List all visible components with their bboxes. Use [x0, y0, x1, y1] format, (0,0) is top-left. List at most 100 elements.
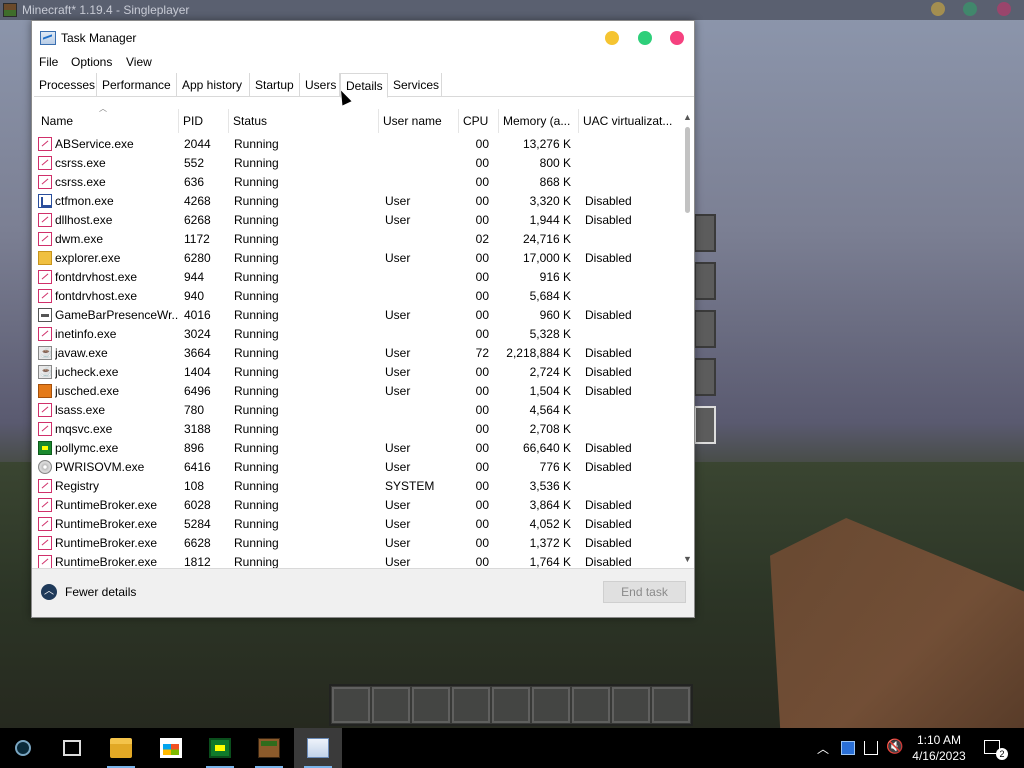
scrollbar-thumb[interactable]	[685, 127, 690, 213]
process-uac: Disabled	[585, 194, 632, 208]
table-row[interactable]: RuntimeBroker.exe 1812 Running User 00 1,764 …	[33, 553, 679, 569]
battery-icon[interactable]	[841, 741, 855, 755]
table-row[interactable]: csrss.exe 636 Running 00 868 K	[33, 173, 679, 192]
table-row[interactable]: dwm.exe 1172 Running 02 24,716 K	[33, 230, 679, 249]
column-name[interactable]: Name	[37, 109, 179, 133]
process-memory: 3,536 K	[529, 479, 571, 493]
process-memory: 1,504 K	[529, 384, 571, 398]
table-row[interactable]: dllhost.exe 6268 Running User 00 1,944 K Disab…	[33, 211, 679, 230]
tab-startup[interactable]: Startup	[250, 73, 300, 97]
process-cpu: 00	[475, 308, 489, 322]
hotbar-slot[interactable]	[652, 687, 690, 723]
game-menu-button[interactable]	[694, 310, 716, 348]
store-button[interactable]	[147, 728, 195, 768]
menu-view[interactable]: View	[126, 55, 152, 69]
process-pid: 4016	[184, 308, 211, 322]
table-row[interactable]: RuntimeBroker.exe 6028 Running User 00 3,864 …	[33, 496, 679, 515]
process-cpu: 00	[475, 422, 489, 436]
network-icon[interactable]	[864, 741, 878, 755]
table-row[interactable]: fontdrvhost.exe 944 Running 00 916 K	[33, 268, 679, 287]
hotbar-slot[interactable]	[492, 687, 530, 723]
pollymc-button[interactable]	[196, 728, 244, 768]
process-name: jusched.exe	[55, 384, 120, 398]
tab-users[interactable]: Users	[300, 73, 340, 97]
process-pid: 3024	[184, 327, 211, 341]
volume-muted-icon[interactable]: 🔇	[886, 738, 903, 755]
hotbar-slot[interactable]	[572, 687, 610, 723]
column-pid[interactable]: PID	[179, 109, 229, 133]
minecraft-button[interactable]	[245, 728, 293, 768]
table-row[interactable]: jusched.exe 6496 Running User 00 1,504 K Disab…	[33, 382, 679, 401]
game-menu-button[interactable]	[694, 358, 716, 396]
menu-options[interactable]: Options	[71, 55, 112, 69]
game-menu-button[interactable]	[694, 406, 716, 444]
table-row[interactable]: csrss.exe 552 Running 00 800 K	[33, 154, 679, 173]
table-row[interactable]: ABService.exe 2044 Running 00 13,276 K	[33, 135, 679, 154]
process-pid: 6496	[184, 384, 211, 398]
table-row[interactable]: GameBarPresenceWr... 4016 Running User 00 960…	[33, 306, 679, 325]
column-memory[interactable]: Memory (a...	[499, 109, 579, 133]
column-cpu[interactable]: CPU	[459, 109, 499, 133]
table-row[interactable]: Registry 108 Running SYSTEM 00 3,536 K	[33, 477, 679, 496]
table-row[interactable]: RuntimeBroker.exe 5284 Running User 00 4,052 …	[33, 515, 679, 534]
show-hidden-icons-icon[interactable]: ︿	[817, 740, 829, 757]
table-row[interactable]: inetinfo.exe 3024 Running 00 5,328 K	[33, 325, 679, 344]
process-cpu: 00	[475, 251, 489, 265]
scroll-up-icon[interactable]: ▲	[681, 111, 694, 123]
maximize-icon[interactable]	[638, 31, 652, 45]
tab-performance[interactable]: Performance	[97, 73, 177, 97]
table-row[interactable]: ctfmon.exe 4268 Running User 00 3,320 K Disabl…	[33, 192, 679, 211]
tab-processes[interactable]: Processes	[34, 73, 97, 97]
cortana-button[interactable]	[0, 728, 48, 768]
task-view-button[interactable]	[48, 728, 96, 768]
minimize-icon[interactable]	[931, 2, 945, 16]
generic-process-icon	[38, 498, 52, 512]
hotbar-slot[interactable]	[372, 687, 410, 723]
process-user: User	[385, 460, 411, 474]
close-icon[interactable]	[670, 31, 684, 45]
minimize-icon[interactable]	[605, 31, 619, 45]
fewer-details-link[interactable]: Fewer details	[65, 585, 136, 599]
end-task-button[interactable]: End task	[603, 581, 686, 603]
jusched-icon	[38, 384, 52, 398]
table-row[interactable]: javaw.exe 3664 Running User 72 2,218,884 K Dis…	[33, 344, 679, 363]
column-user-name[interactable]: User name	[379, 109, 459, 133]
process-name: ABService.exe	[55, 137, 134, 151]
table-row[interactable]: lsass.exe 780 Running 00 4,564 K	[33, 401, 679, 420]
chevron-up-icon[interactable]: ︿	[41, 584, 57, 600]
process-pid: 6628	[184, 536, 211, 550]
scroll-down-icon[interactable]: ▼	[681, 553, 694, 565]
hotbar-slot[interactable]	[452, 687, 490, 723]
clock[interactable]: 1:10 AM 4/16/2023	[905, 732, 973, 764]
table-row[interactable]: fontdrvhost.exe 940 Running 00 5,684 K	[33, 287, 679, 306]
game-menu-button[interactable]	[694, 262, 716, 300]
process-name: dllhost.exe	[55, 213, 113, 227]
table-row[interactable]: pollymc.exe 896 Running User 00 66,640 K Disab…	[33, 439, 679, 458]
column-status[interactable]: Status	[229, 109, 379, 133]
table-row[interactable]: jucheck.exe 1404 Running User 00 2,724 K Disab…	[33, 363, 679, 382]
table-row[interactable]: explorer.exe 6280 Running User 00 17,000 K Dis…	[33, 249, 679, 268]
process-status: Running	[234, 460, 279, 474]
process-name: jucheck.exe	[55, 365, 119, 379]
task-manager-titlebar[interactable]: Task Manager	[32, 21, 694, 53]
tab-app-history[interactable]: App history	[177, 73, 250, 97]
game-menu-button[interactable]	[694, 214, 716, 252]
table-row[interactable]: mqsvc.exe 3188 Running 00 2,708 K	[33, 420, 679, 439]
maximize-icon[interactable]	[963, 2, 977, 16]
hotbar-slot[interactable]	[332, 687, 370, 723]
close-icon[interactable]	[997, 2, 1011, 16]
hotbar-slot[interactable]	[612, 687, 650, 723]
hotbar-slot[interactable]	[412, 687, 450, 723]
tab-services[interactable]: Services	[388, 73, 442, 97]
table-row[interactable]: RuntimeBroker.exe 6628 Running User 00 1,372 …	[33, 534, 679, 553]
menu-bar: File Options View	[32, 53, 694, 71]
hotbar-slot[interactable]	[532, 687, 570, 723]
task-manager-button[interactable]	[294, 728, 342, 768]
file-explorer-button[interactable]	[97, 728, 145, 768]
game-hotbar[interactable]	[329, 684, 693, 726]
table-row[interactable]: PWRISOVM.exe 6416 Running User 00 776 K Disabl…	[33, 458, 679, 477]
process-name: GameBarPresenceWr...	[55, 308, 179, 322]
vertical-scrollbar[interactable]: ▲ ▼	[681, 109, 694, 567]
column-uac-virtualization[interactable]: UAC virtualizat...	[579, 109, 679, 133]
menu-file[interactable]: File	[39, 55, 58, 69]
